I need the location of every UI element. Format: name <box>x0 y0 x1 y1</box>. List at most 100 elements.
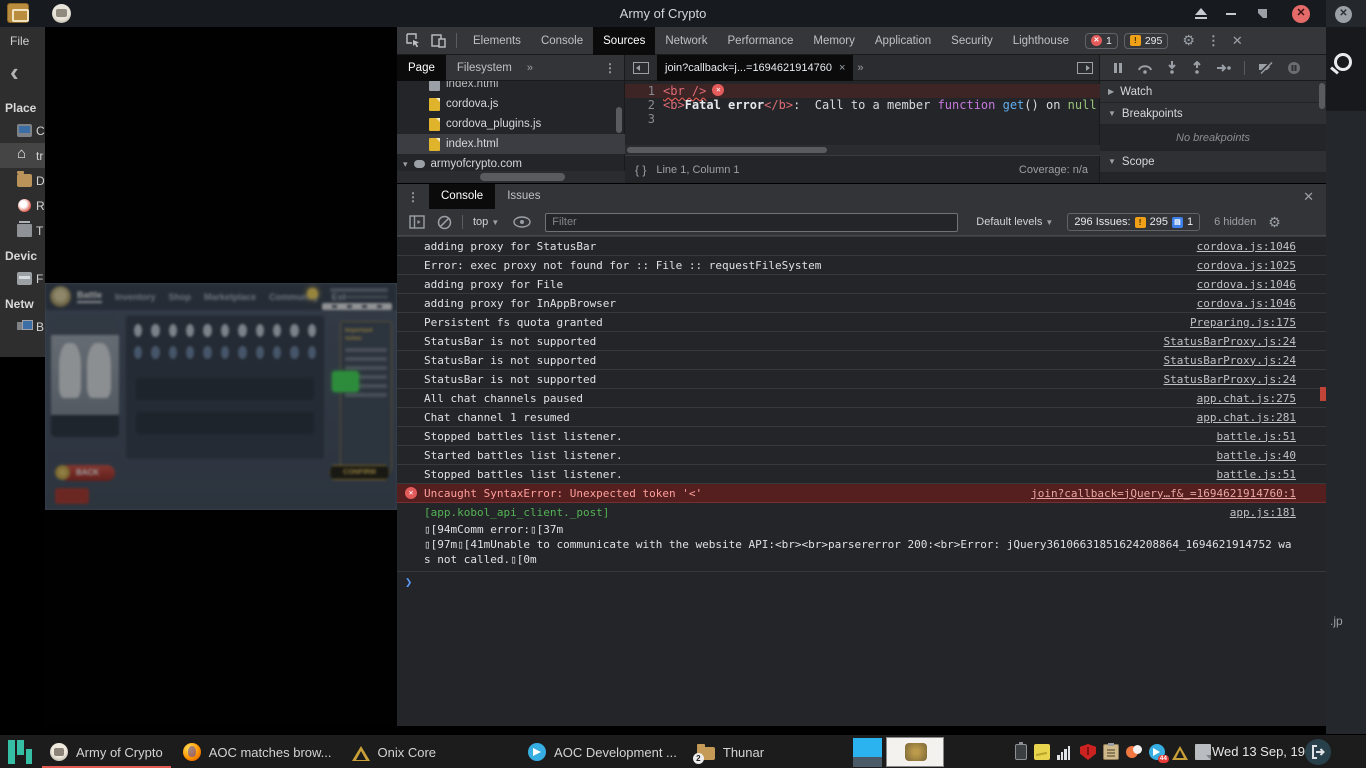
restore-button[interactable] <box>1254 5 1272 23</box>
console-source-link[interactable]: StatusBarProxy.js:24 <box>1152 335 1296 348</box>
logout-icon[interactable] <box>1305 739 1331 765</box>
console-source-link[interactable]: app.js:181 <box>1218 506 1296 519</box>
tab-network[interactable]: Network <box>655 27 717 55</box>
network-signal-icon[interactable] <box>1057 744 1073 760</box>
breakpoints-section[interactable]: ▼Breakpoints <box>1100 103 1326 125</box>
tab-close-icon[interactable]: × <box>839 62 845 74</box>
console-source-link[interactable]: join?callback=jQuery…f&_=1694621914760:1 <box>1019 487 1296 500</box>
tab-lighthouse[interactable]: Lighthouse <box>1003 27 1079 55</box>
step-icon[interactable] <box>1216 62 1231 74</box>
source-tree-item[interactable]: index.html <box>397 134 625 154</box>
device-toolbar-icon[interactable] <box>431 33 447 49</box>
tab-console[interactable]: Console <box>429 184 495 209</box>
console-source-link[interactable]: cordova.js:1025 <box>1185 259 1296 272</box>
small-red-button[interactable] <box>55 488 89 504</box>
watch-section[interactable]: ▶Watch <box>1100 81 1326 103</box>
console-log-row[interactable]: adding proxy for StatusBarcordova.js:104… <box>397 237 1326 256</box>
tab-page[interactable]: Page <box>397 55 446 81</box>
console-log-row[interactable]: Stopped battles list listener.battle.js:… <box>397 427 1326 446</box>
console-log-row[interactable]: adding proxy for Filecordova.js:1046 <box>397 275 1326 294</box>
search-icon[interactable] <box>1334 53 1352 71</box>
scope-section[interactable]: ▼Scope <box>1100 151 1326 173</box>
sticky-notes-icon[interactable] <box>1195 744 1211 760</box>
game-window-thumbnail[interactable] <box>886 737 944 767</box>
filter-input[interactable] <box>545 213 958 232</box>
console-prompt[interactable]: ❯ <box>397 572 1326 592</box>
console-log-row[interactable]: Persistent fs quota grantedPreparing.js:… <box>397 313 1326 332</box>
warning-count-chip[interactable]: !295 <box>1124 33 1169 49</box>
tab-elements[interactable]: Elements <box>463 27 531 55</box>
sidebar-item-drive[interactable]: F <box>0 266 45 291</box>
console-source-link[interactable]: app.chat.js:281 <box>1185 411 1296 424</box>
taskbar-window-ff[interactable]: AOC matches brow... <box>173 735 342 768</box>
drawer-menu-icon[interactable]: ⋮ <box>397 190 429 204</box>
console-source-link[interactable]: cordova.js:1046 <box>1185 278 1296 291</box>
sidebar-item-trash[interactable]: T <box>0 218 45 243</box>
show-debugger-icon[interactable] <box>1077 62 1093 74</box>
game-nav-battle[interactable]: Battle <box>77 290 102 303</box>
hide-navigator-icon[interactable] <box>633 62 649 74</box>
tab-filesystem[interactable]: Filesystem <box>446 55 523 81</box>
game-nav-marketplace[interactable]: Marketplace <box>204 292 256 302</box>
shade-button[interactable] <box>1192 5 1210 23</box>
tree-hscrollbar[interactable] <box>397 171 625 183</box>
sidebar-item-computer[interactable]: C <box>0 118 45 143</box>
character-card[interactable] <box>51 315 119 437</box>
file-menu[interactable]: File <box>0 27 45 55</box>
source-tree-item[interactable]: ▾armyofcrypto.com <box>397 154 625 171</box>
sidebar-item-home[interactable]: tr <box>0 143 45 168</box>
game-nav-shop[interactable]: Shop <box>169 292 192 302</box>
minimize-button[interactable] <box>1222 5 1240 23</box>
console-source-link[interactable]: battle.js:51 <box>1205 468 1296 481</box>
background-close-icon[interactable]: ✕ <box>1335 6 1352 23</box>
console-log-row[interactable]: StatusBar is not supportedStatusBarProxy… <box>397 332 1326 351</box>
console-sidebar-icon[interactable] <box>409 215 425 229</box>
carousel-strip[interactable] <box>322 303 392 310</box>
console-log-row[interactable]: adding proxy for InAppBrowsercordova.js:… <box>397 294 1326 313</box>
tab-issues[interactable]: Issues <box>495 184 552 209</box>
more-editor-tabs-icon[interactable]: » <box>853 62 867 74</box>
navigator-menu-icon[interactable]: ⋮ <box>604 61 616 75</box>
shield-icon[interactable] <box>1080 744 1096 760</box>
console-source-link[interactable]: Preparing.js:175 <box>1178 316 1296 329</box>
console-settings-icon[interactable]: ⚙ <box>1268 214 1281 231</box>
pause-icon[interactable] <box>1112 62 1124 74</box>
tab-sources[interactable]: Sources <box>593 27 655 55</box>
join-badge[interactable] <box>332 371 359 392</box>
taskbar-window-thunar[interactable]: 2Thunar <box>687 735 774 768</box>
console-log-row[interactable]: StatusBar is not supportedStatusBarProxy… <box>397 351 1326 370</box>
console-source-link[interactable]: StatusBarProxy.js:24 <box>1152 373 1296 386</box>
console-log-row[interactable]: Chat channel 1 resumedapp.chat.js:281 <box>397 408 1326 427</box>
clipboard-icon[interactable] <box>1103 744 1119 760</box>
workspace-thumbnail[interactable] <box>853 738 882 767</box>
settings-gear-icon[interactable]: ⚙ <box>1182 32 1195 49</box>
console-log-row[interactable]: Stopped battles list listener.battle.js:… <box>397 465 1326 484</box>
console-log-row[interactable]: All chat channels pausedapp.chat.js:275 <box>397 389 1326 408</box>
console-source-link[interactable]: cordova.js:1046 <box>1185 297 1296 310</box>
live-expression-icon[interactable] <box>513 216 531 228</box>
step-out-icon[interactable] <box>1191 61 1203 74</box>
tab-console[interactable]: Console <box>531 27 593 55</box>
confirm-button[interactable]: CONFIRM <box>329 465 390 480</box>
pretty-print-icon[interactable]: { } <box>635 163 646 177</box>
tree-scrollbar[interactable] <box>616 107 622 133</box>
sidebar-item-net[interactable]: B <box>0 314 45 339</box>
editor-tab[interactable]: join?callback=j...=1694621914760 × <box>657 55 853 81</box>
editor-hscrollbar[interactable] <box>625 145 1100 155</box>
onix-tray-icon[interactable] <box>1172 746 1188 760</box>
game-nav-est[interactable]: Est <box>332 292 346 302</box>
error-count-chip[interactable]: ✕1 <box>1085 33 1118 49</box>
console-error-row[interactable]: ✕ Uncaught SyntaxError: Unexpected token… <box>397 484 1326 503</box>
console-log-row[interactable]: Error: exec proxy not found for :: File … <box>397 256 1326 275</box>
source-tree-item[interactable]: index.html <box>397 81 625 94</box>
game-nav-inventory[interactable]: Inventory <box>115 292 156 302</box>
app-menu-button[interactable] <box>8 740 32 764</box>
sidebar-item-recent[interactable]: R <box>0 193 45 218</box>
redshift-icon[interactable] <box>1126 744 1142 760</box>
more-tabs-icon[interactable]: » <box>523 62 537 74</box>
close-button[interactable]: ✕ <box>1292 5 1310 23</box>
code-area[interactable]: 1<br />✕2<b>Fatal error</b>: Call to a m… <box>625 81 1100 145</box>
inspect-icon[interactable] <box>406 33 422 49</box>
telegram-tray-icon[interactable]: 44 <box>1149 744 1165 760</box>
step-into-icon[interactable] <box>1166 61 1178 74</box>
